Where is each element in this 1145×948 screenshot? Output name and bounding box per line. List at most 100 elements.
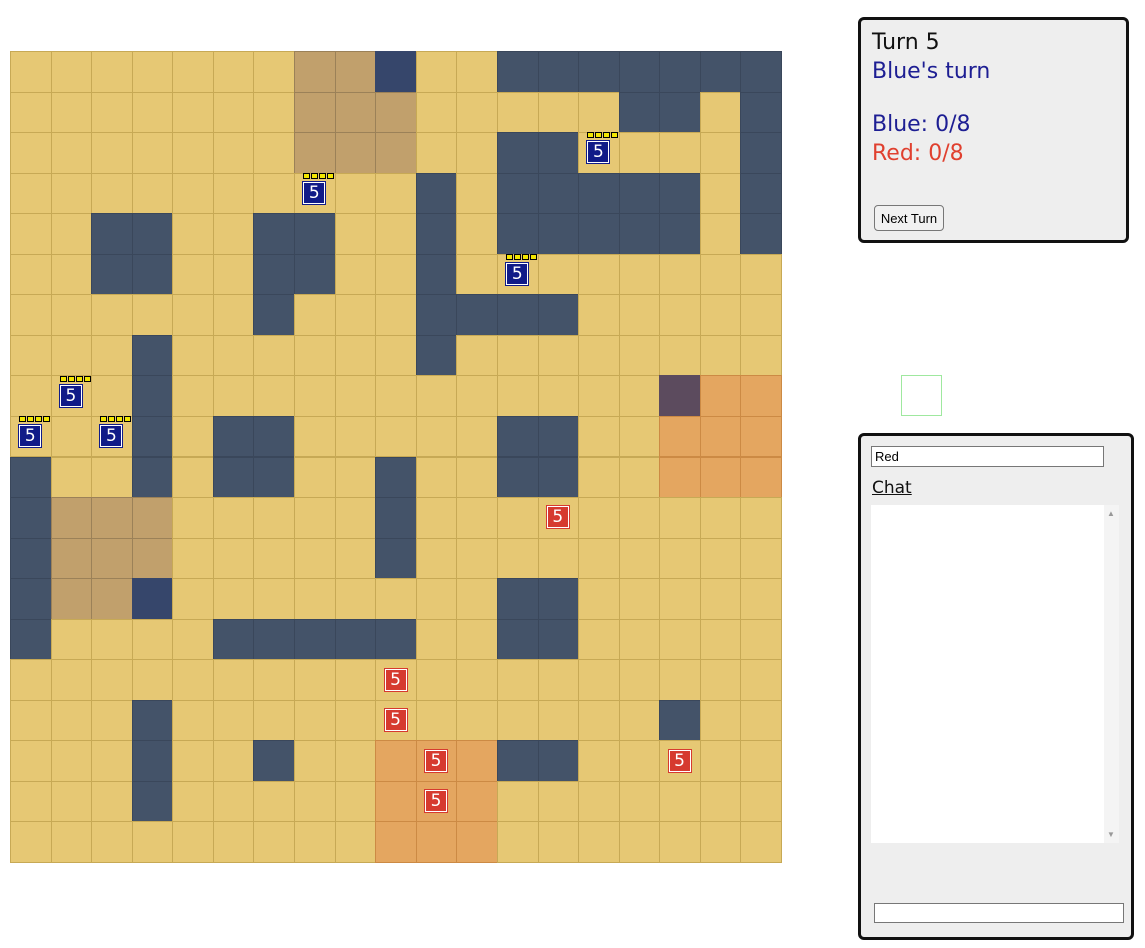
board-tile[interactable]: [537, 699, 580, 742]
wall-tile[interactable]: [253, 253, 296, 296]
board-tile[interactable]: [618, 497, 661, 539]
highlight-tile[interactable]: [740, 375, 782, 417]
board-tile[interactable]: [578, 91, 620, 134]
board-tile[interactable]: [699, 618, 742, 661]
wall-tile[interactable]: [131, 699, 174, 742]
board-tile[interactable]: [496, 780, 539, 823]
board-tile[interactable]: [537, 537, 580, 580]
board-tile[interactable]: [172, 415, 214, 458]
base-tile[interactable]: [91, 578, 133, 620]
board-tile[interactable]: [659, 132, 701, 174]
board-tile[interactable]: [496, 497, 539, 539]
wall-tile[interactable]: [10, 578, 52, 620]
wall-tile[interactable]: [659, 375, 701, 417]
wall-tile[interactable]: [253, 213, 296, 255]
base-tile[interactable]: [294, 91, 336, 134]
board-tile[interactable]: [294, 659, 336, 701]
wall-tile[interactable]: [496, 618, 539, 661]
board-tile[interactable]: [50, 618, 93, 661]
red-unit[interactable]: 5: [667, 748, 692, 773]
board-tile[interactable]: [131, 618, 174, 661]
board-tile[interactable]: [740, 294, 782, 336]
board-tile[interactable]: [659, 578, 701, 620]
wall-tile[interactable]: [618, 172, 661, 215]
board-tile[interactable]: [212, 253, 255, 296]
board-tile[interactable]: [294, 456, 336, 499]
board-tile[interactable]: [415, 497, 458, 539]
wall-tile[interactable]: [415, 213, 458, 255]
highlight-tile[interactable]: [456, 740, 498, 782]
board-tile[interactable]: [10, 91, 52, 134]
board-tile[interactable]: [172, 659, 214, 701]
board-tile[interactable]: [496, 334, 539, 377]
board-tile[interactable]: [659, 659, 701, 701]
board-tile[interactable]: [578, 578, 620, 620]
board-tile[interactable]: [659, 253, 701, 296]
board-tile[interactable]: [212, 699, 255, 742]
board-tile[interactable]: [50, 821, 93, 863]
wall-tile[interactable]: [740, 132, 782, 174]
board-tile[interactable]: [294, 415, 336, 458]
board-tile[interactable]: [659, 618, 701, 661]
board-tile[interactable]: [415, 132, 458, 174]
board-tile[interactable]: [172, 172, 214, 215]
board-tile[interactable]: [131, 821, 174, 863]
wall-tile[interactable]: [10, 497, 52, 539]
wall-tile[interactable]: [578, 172, 620, 215]
board-tile[interactable]: [294, 334, 336, 377]
board-tile[interactable]: [294, 375, 336, 417]
wall-tile[interactable]: [537, 132, 580, 174]
board-tile[interactable]: [334, 578, 377, 620]
wall-tile[interactable]: [415, 253, 458, 296]
board-tile[interactable]: [699, 91, 742, 134]
board-tile[interactable]: [699, 213, 742, 255]
board-tile[interactable]: [253, 780, 296, 823]
board-tile[interactable]: [334, 740, 377, 782]
board-tile[interactable]: [618, 537, 661, 580]
board-tile[interactable]: [212, 740, 255, 782]
board-tile[interactable]: [456, 537, 498, 580]
board-tile[interactable]: [659, 537, 701, 580]
board-tile[interactable]: [537, 91, 580, 134]
board-tile[interactable]: [415, 51, 458, 93]
board-tile[interactable]: [659, 821, 701, 863]
board-tile[interactable]: [172, 497, 214, 539]
board-tile[interactable]: [253, 172, 296, 215]
board-tile[interactable]: [212, 172, 255, 215]
board-tile[interactable]: [618, 699, 661, 742]
board-tile[interactable]: [50, 415, 93, 458]
board-tile[interactable]: [578, 253, 620, 296]
blue-unit[interactable]: 5: [58, 383, 83, 408]
wall-tile[interactable]: [10, 537, 52, 580]
wall-tile[interactable]: [740, 91, 782, 134]
base-tile[interactable]: [50, 497, 93, 539]
board-tile[interactable]: [91, 659, 133, 701]
wall-tile[interactable]: [578, 51, 620, 93]
board-tile[interactable]: [415, 375, 458, 417]
wall-tile[interactable]: [253, 294, 296, 336]
board-tile[interactable]: [659, 780, 701, 823]
board-tile[interactable]: [172, 132, 214, 174]
board-tile[interactable]: [496, 659, 539, 701]
wall-tile[interactable]: [253, 618, 296, 661]
board-tile[interactable]: [212, 132, 255, 174]
board-tile[interactable]: [294, 578, 336, 620]
wall-tile[interactable]: [740, 213, 782, 255]
board-tile[interactable]: [50, 51, 93, 93]
board-tile[interactable]: [253, 375, 296, 417]
board-tile[interactable]: [253, 334, 296, 377]
board-tile[interactable]: [456, 659, 498, 701]
board-tile[interactable]: [91, 51, 133, 93]
board-tile[interactable]: [253, 699, 296, 742]
highlight-tile[interactable]: [659, 415, 701, 458]
board-tile[interactable]: [91, 334, 133, 377]
board-tile[interactable]: [578, 618, 620, 661]
board-tile[interactable]: [699, 740, 742, 782]
board-tile[interactable]: [537, 659, 580, 701]
board-tile[interactable]: [618, 253, 661, 296]
board-tile[interactable]: [91, 740, 133, 782]
board-tile[interactable]: [415, 618, 458, 661]
base-tile[interactable]: [131, 537, 174, 580]
board-tile[interactable]: [375, 172, 417, 215]
wall-tile[interactable]: [375, 497, 417, 539]
